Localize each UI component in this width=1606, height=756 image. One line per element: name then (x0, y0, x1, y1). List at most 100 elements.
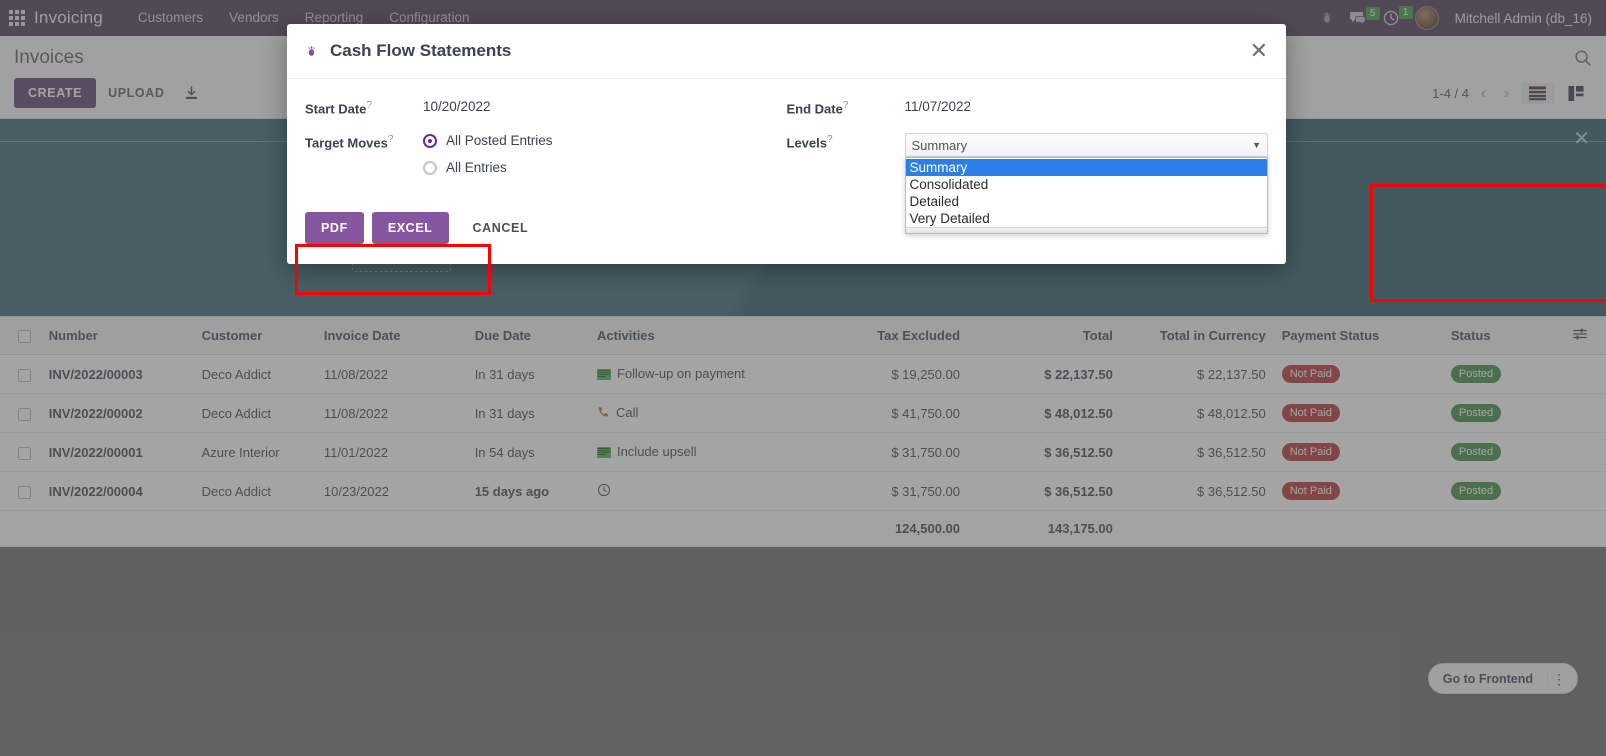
messages-icon[interactable]: 5 (1349, 6, 1380, 26)
vertical-dots-icon[interactable]: ⋮ (1547, 671, 1577, 686)
totals-spacer (1273, 510, 1443, 547)
levels-option-consolidated[interactable]: Consolidated (906, 176, 1268, 193)
cell-tax-excluded: $ 31,750.00 (815, 471, 969, 511)
activities-clock-icon[interactable]: 1 (1383, 6, 1413, 26)
cell-invoice-date: 11/08/2022 (315, 354, 467, 394)
form-left-column: Start Date? 10/20/2022 Target Moves? All… (305, 99, 787, 192)
table-totals-row: 124,500.00 143,175.00 (0, 510, 1606, 547)
table-row[interactable]: INV/2022/00001 Azure Interior 11/01/2022… (0, 432, 1606, 472)
column-header-tax-excluded[interactable]: Tax Excluded (815, 316, 969, 355)
row-checkbox[interactable] (18, 368, 31, 382)
cell-spacer (1565, 471, 1606, 511)
apps-grid-icon[interactable] (0, 10, 34, 26)
totals-spacer (466, 510, 589, 547)
column-header-total-in-currency[interactable]: Total in Currency (1120, 316, 1274, 355)
levels-select[interactable]: Summary ▼ (904, 133, 1268, 158)
table-row[interactable]: INV/2022/00004 Deco Addict 10/23/2022 15… (0, 471, 1606, 511)
column-settings-icon[interactable] (1565, 316, 1606, 355)
radio-all-posted-entries[interactable]: All Posted Entries (423, 133, 553, 148)
radio-indicator[interactable] (423, 160, 437, 175)
user-menu-label[interactable]: Mitchell Admin (db_16) (1455, 11, 1592, 26)
levels-option-summary[interactable]: Summary (905, 159, 1267, 177)
close-icon[interactable]: ✕ (1250, 40, 1268, 62)
end-date-value[interactable]: 11/07/2022 (905, 99, 972, 114)
cell-activity: Include upsell (588, 432, 816, 472)
nav-item-customers[interactable]: Customers (125, 0, 216, 36)
column-header-invoice-date[interactable]: Invoice Date (315, 316, 467, 355)
help-marker[interactable]: ? (388, 134, 394, 145)
excel-button[interactable]: EXCEL (371, 212, 449, 245)
table-row[interactable]: INV/2022/00002 Deco Addict 11/08/2022 In… (0, 393, 1606, 433)
activity-label: Call (615, 404, 639, 420)
select-all-checkbox[interactable] (18, 330, 31, 344)
cell-payment-status: Not Paid (1273, 354, 1443, 394)
field-start-date: Start Date? 10/20/2022 (305, 99, 787, 116)
cell-total: $ 36,512.50 (968, 471, 1121, 511)
cancel-button[interactable]: CANCEL (457, 212, 545, 244)
column-header-due-date[interactable]: Due Date (466, 316, 589, 355)
column-header-total[interactable]: Total (968, 316, 1121, 355)
cell-spacer (1565, 393, 1606, 433)
totals-total: 143,175.00 (968, 510, 1121, 547)
cell-total-in-currency: $ 22,137.50 (1120, 354, 1274, 394)
kanban-view-icon[interactable] (1560, 83, 1592, 104)
go-to-frontend-button[interactable]: Go to Frontend (1429, 672, 1547, 686)
cell-invoice-date: 10/23/2022 (315, 471, 467, 511)
column-header-status[interactable]: Status (1442, 316, 1566, 355)
pdf-button[interactable]: PDF (305, 212, 364, 245)
column-header-number[interactable]: Number (40, 316, 194, 355)
totals-spacer (1565, 510, 1606, 547)
search-icon[interactable] (1574, 49, 1592, 67)
cell-number: INV/2022/00003 (40, 354, 194, 394)
clock-activity-icon (597, 483, 611, 500)
row-checkbox[interactable] (18, 446, 31, 460)
cell-customer: Deco Addict (193, 471, 316, 511)
invoice-list-view: Number Customer Invoice Date Due Date Ac… (0, 316, 1606, 547)
row-select-cell (0, 393, 41, 433)
dialog-body: Start Date? 10/20/2022 Target Moves? All… (287, 79, 1286, 235)
levels-select-wrapper: Summary ▼ Summary Consolidated Detailed … (904, 133, 1268, 235)
cell-due-date: 15 days ago (466, 471, 589, 511)
app-brand[interactable]: Invoicing (34, 8, 103, 28)
row-select-cell (0, 354, 41, 394)
cell-invoice-date: 11/08/2022 (315, 393, 467, 433)
help-marker[interactable]: ? (827, 134, 833, 145)
upload-button[interactable]: UPLOAD (96, 78, 176, 108)
column-header-activities[interactable]: Activities (588, 316, 816, 355)
cell-total: $ 22,137.50 (968, 354, 1121, 394)
pager-previous-icon[interactable]: ‹ (1475, 85, 1492, 102)
create-button[interactable]: CREATE (14, 78, 97, 108)
column-header-customer[interactable]: Customer (193, 316, 316, 355)
table-row[interactable]: INV/2022/00003 Deco Addict 11/08/2022 In… (0, 354, 1606, 394)
cell-status: Posted (1442, 471, 1566, 511)
levels-option-detailed[interactable]: Detailed (906, 193, 1268, 210)
column-header-payment-status[interactable]: Payment Status (1273, 316, 1443, 355)
cell-number: INV/2022/00001 (40, 432, 194, 472)
radio-all-entries[interactable]: All Entries (423, 160, 553, 175)
avatar[interactable] (1414, 6, 1439, 30)
navbar-right: 5 1 Mitchell Admin (db_16) (1320, 6, 1606, 30)
help-marker[interactable]: ? (366, 100, 372, 111)
levels-option-very-detailed[interactable]: Very Detailed (906, 210, 1268, 227)
cell-payment-status: Not Paid (1273, 393, 1443, 433)
radio-label: All Entries (446, 160, 507, 176)
start-date-value[interactable]: 10/20/2022 (423, 99, 491, 114)
cell-status: Posted (1442, 432, 1566, 472)
nav-item-vendors[interactable]: Vendors (216, 0, 292, 36)
pager-next-icon[interactable]: › (1498, 85, 1515, 102)
list-view-icon[interactable] (1521, 82, 1554, 104)
bug-icon[interactable] (1320, 11, 1334, 25)
field-end-date: End Date? 11/07/2022 (787, 99, 1269, 116)
invoice-table: Number Customer Invoice Date Due Date Ac… (0, 316, 1606, 547)
status-badge: Not Paid (1281, 365, 1340, 383)
levels-dropdown-menu: Summary Consolidated Detailed Very Detai… (904, 157, 1268, 235)
dropdown-scrollbar[interactable] (905, 227, 1267, 234)
dialog-title: Cash Flow Statements (330, 41, 512, 60)
radio-indicator[interactable] (423, 133, 437, 148)
row-checkbox[interactable] (18, 407, 31, 421)
help-marker[interactable]: ? (843, 100, 849, 111)
download-import-icon[interactable] (176, 82, 207, 105)
screen: Invoicing Customers Vendors Reporting Co… (0, 0, 1606, 756)
row-checkbox[interactable] (18, 485, 31, 499)
cell-customer: Deco Addict (193, 354, 316, 394)
